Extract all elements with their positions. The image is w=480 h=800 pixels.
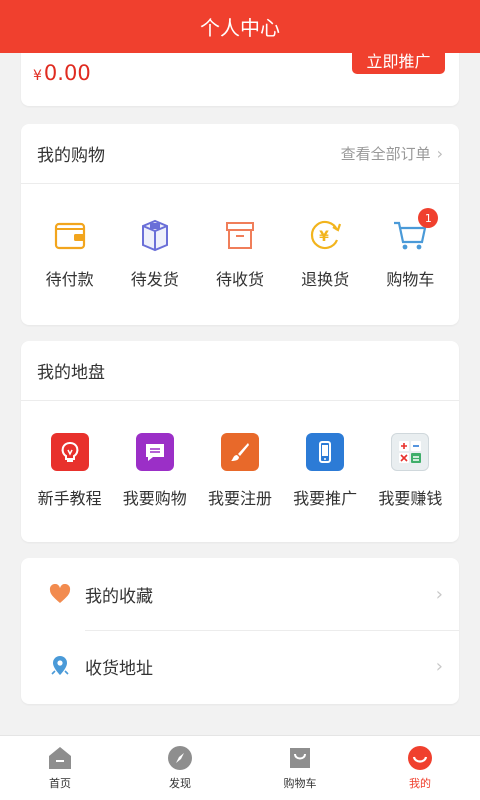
package-icon	[141, 219, 168, 252]
order-returns[interactable]: ¥ 退换货	[283, 218, 367, 290]
my-shopping-header: 我的购物 查看全部订单 ›	[21, 124, 459, 184]
phone-icon	[306, 433, 345, 471]
chat-icon	[135, 433, 174, 471]
bottom-tab-bar: 首页 发现 购物车 我的	[0, 735, 480, 800]
my-turf-title: 我的地盘	[37, 363, 105, 383]
calculator-icon	[391, 433, 430, 471]
settings-list-card: 我的收藏 › 收货地址 ›	[21, 558, 459, 704]
app-header: 个人中心	[0, 0, 480, 53]
home-icon	[49, 747, 71, 769]
balance-amount: ¥0.00	[33, 61, 91, 85]
order-pending-receipt[interactable]: 待收货	[198, 218, 282, 290]
page-title: 个人中心	[200, 16, 280, 40]
order-cart[interactable]: 1 购物车	[368, 208, 452, 290]
wallet-icon	[54, 222, 85, 250]
want-to-promote[interactable]: 我要推广	[283, 433, 367, 509]
my-turf-card: 我的地盘 新手教程 我要购物 我要注册 我要推广 我要赚钱	[21, 341, 459, 542]
list-item-address[interactable]: 收货地址 ›	[21, 630, 459, 702]
tab-mine[interactable]: 我的	[360, 736, 480, 800]
want-to-earn[interactable]: 我要赚钱	[368, 433, 452, 509]
order-pending-shipment[interactable]: 待发货	[113, 218, 197, 290]
my-shopping-title: 我的购物	[37, 146, 105, 166]
heart-icon	[49, 584, 71, 603]
compass-icon	[168, 746, 192, 770]
view-all-orders-link[interactable]: 查看全部订单 ›	[341, 143, 443, 164]
smile-icon	[408, 746, 432, 770]
my-turf-header: 我的地盘	[21, 341, 459, 401]
chevron-right-icon: ›	[435, 583, 443, 605]
location-pin-icon	[51, 656, 69, 675]
chevron-right-icon: ›	[436, 144, 443, 163]
svg-text:¥: ¥	[319, 229, 329, 245]
want-to-shop[interactable]: 我要购物	[113, 433, 197, 509]
box-icon	[225, 222, 254, 249]
lightbulb-icon	[50, 433, 89, 471]
chevron-right-icon: ›	[435, 655, 443, 677]
newbie-tutorial[interactable]: 新手教程	[28, 433, 112, 509]
brush-icon	[220, 433, 259, 471]
exchange-icon: ¥	[311, 220, 342, 250]
order-pending-payment[interactable]: 待付款	[28, 218, 112, 290]
tab-discover[interactable]: 发现	[120, 736, 240, 800]
tab-cart[interactable]: 购物车	[240, 736, 360, 800]
list-item-favorites[interactable]: 我的收藏 ›	[21, 558, 459, 630]
my-shopping-card: 我的购物 查看全部订单 › 待付款 待发货 待收货 ¥ 退换货 1 购物车	[21, 124, 459, 325]
bag-icon	[290, 748, 310, 768]
tab-home[interactable]: 首页	[0, 736, 120, 800]
want-to-register[interactable]: 我要注册	[198, 433, 282, 509]
cart-count-badge: 1	[418, 208, 439, 228]
